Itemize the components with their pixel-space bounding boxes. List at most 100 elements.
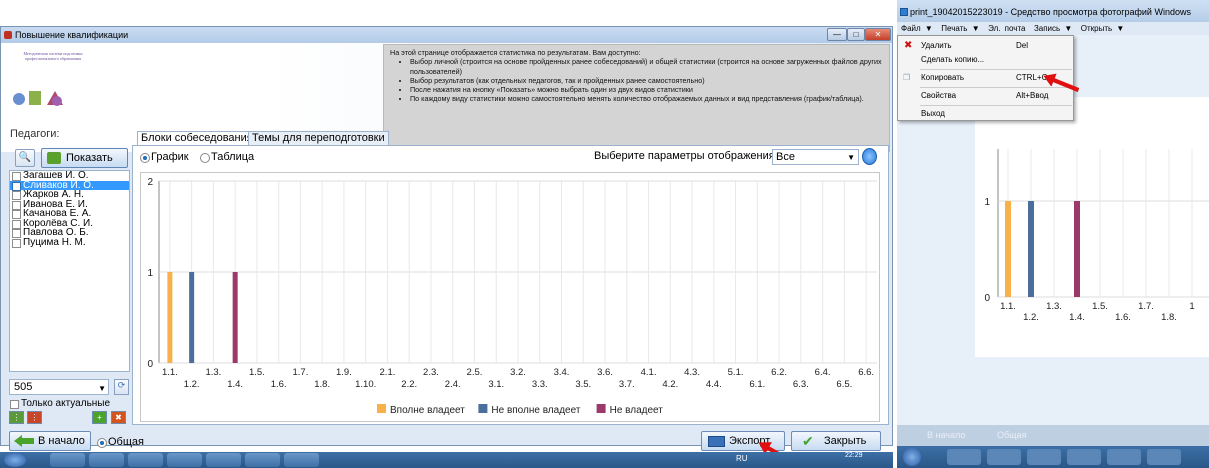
params-select-value: Все xyxy=(776,151,795,163)
tray-clock[interactable]: 22:29 xyxy=(845,452,863,460)
close-button-label: Закрыть xyxy=(824,435,867,447)
menu-burn[interactable]: Запись ▼ xyxy=(1034,24,1072,33)
viewer-bottom-strip: В начало Общая xyxy=(897,425,1209,446)
taskbar-ie[interactable] xyxy=(167,453,202,467)
apply-params-button[interactable] xyxy=(862,148,877,165)
x-tick-label: 4.2. xyxy=(662,379,678,390)
logo: Методическая система подготовки професси… xyxy=(11,49,121,127)
export-button[interactable]: Экспорт xyxy=(701,431,785,451)
start-button[interactable] xyxy=(4,453,26,467)
menu-item-shortcut: Alt+Ввод xyxy=(1016,91,1049,100)
x-tick-label: 1 xyxy=(1189,301,1194,312)
only-actual-checkbox[interactable]: Только актуальные xyxy=(9,398,110,409)
checkmark-icon: ✔ xyxy=(802,433,814,449)
teachers-list[interactable]: Загашев И. О. Сливаков И. О. Жарков А. Н… xyxy=(9,170,130,372)
x-tick-label: 1.3. xyxy=(205,367,221,378)
tab-interview-blocks[interactable]: Блоки собеседования xyxy=(137,131,257,145)
plus-icon: + xyxy=(97,413,102,422)
x-tick-label: 1.8. xyxy=(314,379,330,390)
info-item: Выбор личной (строится на основе пройден… xyxy=(410,57,884,76)
minimize-button[interactable]: — xyxy=(827,28,847,41)
home-button[interactable]: В начало xyxy=(9,431,91,451)
taskbar-app[interactable] xyxy=(284,453,319,467)
x-tick-label: 1.5. xyxy=(249,367,265,378)
menu-item-copy-file[interactable]: Сделать копию... xyxy=(898,53,1073,67)
menu-item-delete[interactable]: ✖ Удалить Del xyxy=(898,39,1073,53)
viewer-taskbar xyxy=(897,446,1209,468)
y-tick-label: 1 xyxy=(984,197,990,208)
table-radio[interactable]: Таблица xyxy=(200,151,254,163)
x-tick-label: 2.5. xyxy=(467,367,483,378)
taskbar-word[interactable] xyxy=(1107,449,1141,465)
taskbar-explorer[interactable] xyxy=(947,449,981,465)
taskbar-paint[interactable] xyxy=(245,453,280,467)
title-bar: Повышение квалификации — □ ✕ xyxy=(1,27,892,43)
list-item[interactable]: Пуцима Н. М. xyxy=(10,237,129,247)
x-tick-label: 3.4. xyxy=(554,367,570,378)
params-select[interactable]: Все ▼ xyxy=(772,149,859,165)
add-button[interactable]: + xyxy=(92,411,107,424)
viewer-common-label: Общая xyxy=(997,430,1027,440)
taskbar-explorer[interactable] xyxy=(50,453,85,467)
x-tick-label: 6.2. xyxy=(771,367,787,378)
close-window-button[interactable]: ✕ xyxy=(865,28,891,41)
x-tick-label: 1.2. xyxy=(184,379,200,390)
x-tick-label: 3.7. xyxy=(619,379,635,390)
arrow-left-icon xyxy=(14,435,34,447)
x-tick-label: 3.5. xyxy=(575,379,591,390)
menu-file[interactable]: Файл ▼ xyxy=(901,24,933,33)
taskbar-media[interactable] xyxy=(128,453,163,467)
x-tick-label: 3.6. xyxy=(597,367,613,378)
menu-print[interactable]: Печать ▼ xyxy=(941,24,979,33)
x-tick-label: 1.7. xyxy=(292,367,308,378)
taskbar-ie[interactable] xyxy=(1067,449,1101,465)
common-radio[interactable]: Общая xyxy=(97,436,144,448)
maximize-button[interactable]: □ xyxy=(847,28,865,41)
y-tick-label: 1 xyxy=(147,268,153,279)
x-tick-label: 2.1. xyxy=(380,367,396,378)
logo-text: Методическая система подготовки професси… xyxy=(23,51,83,61)
x-tick-label: 4.3. xyxy=(684,367,700,378)
taskbar-media[interactable] xyxy=(1027,449,1061,465)
x-tick-label: 6.5. xyxy=(836,379,852,390)
x-tick-label: 1.9. xyxy=(336,367,352,378)
menu-email[interactable]: Эл. почта xyxy=(988,24,1025,33)
bar xyxy=(167,272,173,363)
deselect-all-button[interactable]: ⋮ xyxy=(27,411,42,424)
tray-lang[interactable]: RU xyxy=(736,454,748,463)
header: Методическая система подготовки професси… xyxy=(1,43,892,152)
remove-button[interactable]: ✖ xyxy=(111,411,126,424)
graph-radio[interactable]: График xyxy=(140,151,189,163)
copy-icon: ❐ xyxy=(903,73,911,82)
bar xyxy=(1028,201,1034,297)
menu-open[interactable]: Открыть ▼ xyxy=(1081,24,1125,33)
taskbar-chrome[interactable] xyxy=(987,449,1021,465)
x-tick-label: 1.10. xyxy=(355,379,376,390)
search-button[interactable]: 🔍 xyxy=(15,149,35,167)
menu-item-properties[interactable]: Свойства Alt+Ввод xyxy=(898,89,1073,103)
x-tick-label: 1.4. xyxy=(1069,312,1085,323)
menu-separator xyxy=(920,105,1072,106)
viewer-image: 0 1 1.1. 1.2. 1.3. 1.4. 1.5. 1.6. 1.7. 1.8. 1 xyxy=(975,97,1209,357)
x-tick-label: 2.2. xyxy=(401,379,417,390)
taskbar-paint[interactable] xyxy=(1147,449,1181,465)
refresh-button[interactable]: ⟳ xyxy=(114,379,129,395)
bar xyxy=(189,272,195,363)
select-all-button[interactable]: ⋮ xyxy=(9,411,24,424)
close-button[interactable]: ✔ Закрыть xyxy=(791,431,881,451)
start-button[interactable] xyxy=(903,448,921,466)
viewer-menubar: Файл ▼ Печать ▼ Эл. почта Запись ▼ Откры… xyxy=(897,22,1209,35)
chevron-down-icon: ▼ xyxy=(98,384,106,393)
x-tick-label: 1.3. xyxy=(1046,301,1062,312)
viewer-title-bar: print_19042015223019 - Средство просмотр… xyxy=(897,0,1209,22)
tab-retraining-topics[interactable]: Темы для переподготовки xyxy=(248,131,389,145)
x-tick-label: 1.6. xyxy=(271,379,287,390)
export-icon xyxy=(708,436,725,447)
info-list: Выбор личной (строится на основе пройден… xyxy=(410,57,884,103)
group-select[interactable]: 505 ▼ xyxy=(9,379,109,395)
menu-item-exit[interactable]: Выход xyxy=(898,107,1073,121)
x-tick-label: 1.8. xyxy=(1161,312,1177,323)
taskbar-chrome[interactable] xyxy=(89,453,124,467)
show-button[interactable]: Показать xyxy=(41,148,128,168)
taskbar-word[interactable] xyxy=(206,453,241,467)
